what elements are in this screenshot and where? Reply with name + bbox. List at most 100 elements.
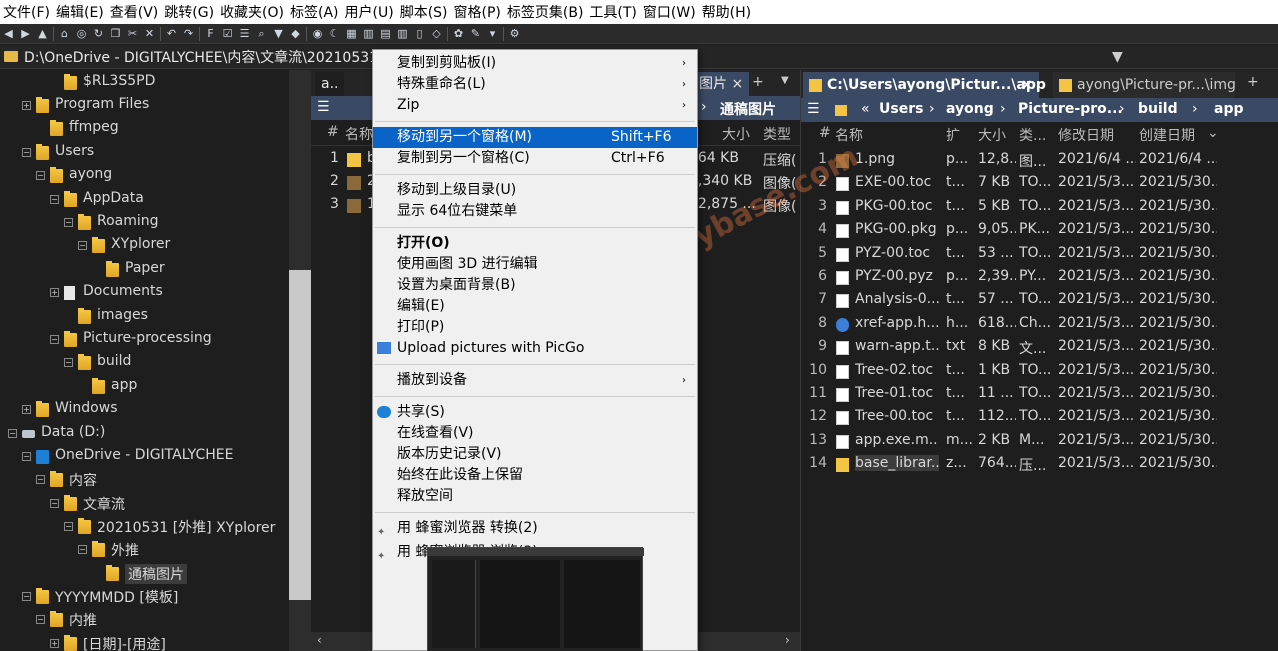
font-icon[interactable]: F bbox=[204, 27, 217, 40]
collapse-icon[interactable]: − bbox=[78, 241, 87, 250]
ctx-move-to-other-pane[interactable]: 移动到另一个窗格(M) Shift+F6 bbox=[373, 127, 697, 148]
tab-active[interactable]: 图片 × bbox=[693, 72, 750, 96]
table-row[interactable]: 3 PKG-00.toc t... 5 KB TO... 2021/5/3... 2021/… bbox=[801, 196, 1278, 219]
scrollbar-thumb[interactable] bbox=[289, 270, 311, 600]
target-icon[interactable]: ◉ bbox=[311, 27, 324, 40]
collapse-icon[interactable]: − bbox=[64, 522, 73, 531]
brush-icon[interactable]: ✎ bbox=[469, 27, 482, 40]
address-path[interactable]: D:\OneDrive - DIGITALYCHEE\内容\文章流\202105… bbox=[24, 47, 402, 67]
menu-edit[interactable]: 编辑(E) bbox=[53, 2, 107, 22]
expand-icon[interactable]: + bbox=[50, 288, 59, 297]
tree-item[interactable]: images bbox=[0, 305, 289, 328]
tab-img[interactable]: ayong\Picture-pr...\img bbox=[1053, 72, 1236, 98]
home-icon[interactable]: ⌂ bbox=[58, 27, 71, 40]
ctx-copy-to-other-pane[interactable]: 复制到另一个窗格(C) Ctrl+F6 bbox=[373, 148, 697, 169]
up-icon[interactable]: ▲ bbox=[36, 27, 49, 40]
tree-item[interactable]: + Documents bbox=[0, 281, 289, 304]
cut-icon[interactable]: ✂ bbox=[126, 27, 139, 40]
tree-item[interactable]: − 外推 bbox=[0, 538, 289, 561]
find-icon[interactable]: ◎ bbox=[75, 27, 88, 40]
tree-item[interactable]: − AppData bbox=[0, 188, 289, 211]
grid-icon[interactable]: ▦ bbox=[345, 27, 358, 40]
collapse-icon[interactable]: − bbox=[22, 592, 31, 601]
collapse-icon[interactable]: − bbox=[36, 475, 45, 484]
col-name[interactable]: 名称 bbox=[345, 124, 373, 144]
ctx-move-to-parent[interactable]: 移动到上级目录(U) bbox=[373, 180, 697, 201]
menu-file[interactable]: 文件(F) bbox=[0, 2, 53, 22]
tab-short[interactable]: a.. bbox=[315, 72, 345, 96]
menu-icon[interactable]: ☰ bbox=[317, 99, 330, 115]
filter-icon[interactable]: ▼ bbox=[1112, 49, 1128, 65]
diamond-icon[interactable]: ◇ bbox=[430, 27, 443, 40]
tree-item[interactable]: − Picture-processing bbox=[0, 328, 289, 351]
tree-item[interactable]: $RL3S5PD bbox=[0, 71, 289, 94]
ctx-version-history[interactable]: 版本历史记录(V) bbox=[373, 444, 697, 465]
expand-icon[interactable]: + bbox=[50, 639, 59, 648]
menu-go[interactable]: 跳转(G) bbox=[161, 2, 217, 22]
settings-icon[interactable]: ⚙ bbox=[508, 27, 521, 40]
collapse-icon[interactable]: − bbox=[36, 171, 45, 180]
col-size[interactable]: 大小 bbox=[722, 124, 750, 144]
table-row[interactable]: 12 Tree-00.toc t... 112... TO... 2021/5/3... 2… bbox=[801, 406, 1278, 429]
ctx-zip[interactable]: Zip › bbox=[373, 95, 697, 116]
close-icon[interactable]: × bbox=[731, 76, 743, 92]
menu-scripting[interactable]: 脚本(S) bbox=[397, 2, 451, 22]
tree-item[interactable]: − ayong bbox=[0, 164, 289, 187]
menu-tags[interactable]: 标签(A) bbox=[287, 2, 342, 22]
tree-item[interactable]: 通稿图片 bbox=[0, 562, 289, 585]
expand-icon[interactable]: + bbox=[22, 101, 31, 110]
list-icon[interactable]: ☰ bbox=[238, 27, 251, 40]
breadcrumb-item[interactable]: 通稿图片 bbox=[720, 99, 776, 119]
ctx-set-wallpaper[interactable]: 设置为桌面背景(B) bbox=[373, 275, 697, 296]
delete-icon[interactable]: ✕ bbox=[143, 27, 156, 40]
collapse-icon[interactable]: − bbox=[50, 335, 59, 344]
ctx-free-space[interactable]: 释放空间 bbox=[373, 486, 697, 507]
ctx-cast-to-device[interactable]: 播放到设备 › bbox=[373, 370, 697, 391]
copy-icon[interactable]: ❐ bbox=[109, 27, 122, 40]
table-row[interactable]: 13 app.exe.m... m... 2 KB M... 2021/5/3... 202… bbox=[801, 430, 1278, 453]
tree-item[interactable]: − Data (D:) bbox=[0, 422, 289, 445]
table-row[interactable]: 5 PYZ-00.toc t... 53 ... TO... 2021/5/3... 202… bbox=[801, 243, 1278, 266]
table-row[interactable]: 2 EXE-00.toc t... 7 KB TO... 2021/5/3... 2021/… bbox=[801, 172, 1278, 195]
table-row[interactable]: 14 base_librar... z... 764... 压... 2021/5/3..… bbox=[801, 453, 1278, 476]
new-tab-icon[interactable]: + bbox=[1247, 74, 1259, 90]
ctx-show-64bit-menu[interactable]: 显示 64位右键菜单 bbox=[373, 201, 697, 222]
col-created[interactable]: 创建日期 bbox=[1139, 125, 1195, 145]
collapse-icon[interactable]: − bbox=[50, 195, 59, 204]
tree-item[interactable]: app bbox=[0, 375, 289, 398]
palette-icon[interactable]: ✿ bbox=[452, 27, 465, 40]
table-row[interactable]: 4 PKG-00.pkg p... 9,05...PK... 2021/5/3...20… bbox=[801, 219, 1278, 242]
tree-item[interactable]: − 内容 bbox=[0, 468, 289, 491]
breadcrumb-picture[interactable]: Picture-pro... bbox=[1018, 101, 1123, 117]
table-row[interactable]: 6 PYZ-00.pyz p... 2,39...PY... 2021/5/3...20… bbox=[801, 266, 1278, 289]
collapse-icon[interactable]: − bbox=[64, 218, 73, 227]
ctx-copy-to-clipboard[interactable]: 复制到剪贴板(I) › bbox=[373, 53, 697, 74]
collapse-icon[interactable]: − bbox=[22, 148, 31, 157]
collapse-icon[interactable]: − bbox=[22, 452, 31, 461]
tree-item[interactable]: Paper bbox=[0, 258, 289, 281]
pane-icon[interactable]: ▤ bbox=[379, 27, 392, 40]
ctx-honey-convert[interactable]: ✦ 用 蜂蜜浏览器 转换(2) bbox=[373, 518, 697, 539]
menu-help[interactable]: 帮助(H) bbox=[699, 2, 754, 22]
col-type[interactable]: 类... bbox=[1019, 125, 1046, 145]
ctx-edit-paint3d[interactable]: 使用画图 3D 进行编辑 bbox=[373, 254, 697, 275]
document-icon[interactable]: ▯ bbox=[413, 27, 426, 40]
collapse-icon[interactable]: − bbox=[78, 545, 87, 554]
breadcrumb-ayong[interactable]: ayong bbox=[946, 101, 994, 117]
collapse-icon[interactable]: − bbox=[50, 499, 59, 508]
tree-item[interactable]: − YYYYMMDD [模板] bbox=[0, 585, 289, 608]
chevron-down-icon[interactable]: ▼ bbox=[781, 75, 789, 86]
breadcrumb-users[interactable]: Users bbox=[879, 101, 923, 117]
expand-icon[interactable]: + bbox=[22, 405, 31, 414]
ctx-edit[interactable]: 编辑(E) bbox=[373, 296, 697, 317]
tab-app[interactable]: C:\Users\ayong\Pictur...\app × bbox=[803, 72, 1046, 98]
filter-icon[interactable]: ▼ bbox=[272, 27, 285, 40]
menu-icon[interactable]: ☰ bbox=[807, 101, 820, 117]
menu-panes[interactable]: 窗格(P) bbox=[451, 2, 504, 22]
tree-item[interactable]: + Program Files bbox=[0, 94, 289, 117]
breadcrumb-build[interactable]: build bbox=[1138, 101, 1178, 117]
back-icon[interactable]: ◀ bbox=[2, 27, 15, 40]
table-row[interactable]: 8 xref-app.h... h... 618... Ch... 2021/5/3...… bbox=[801, 313, 1278, 336]
panel-icon[interactable]: ▥ bbox=[362, 27, 375, 40]
table-row[interactable]: 11.pngp...12,8...图...2021/6/4 ...2021/6/… bbox=[801, 149, 1278, 172]
